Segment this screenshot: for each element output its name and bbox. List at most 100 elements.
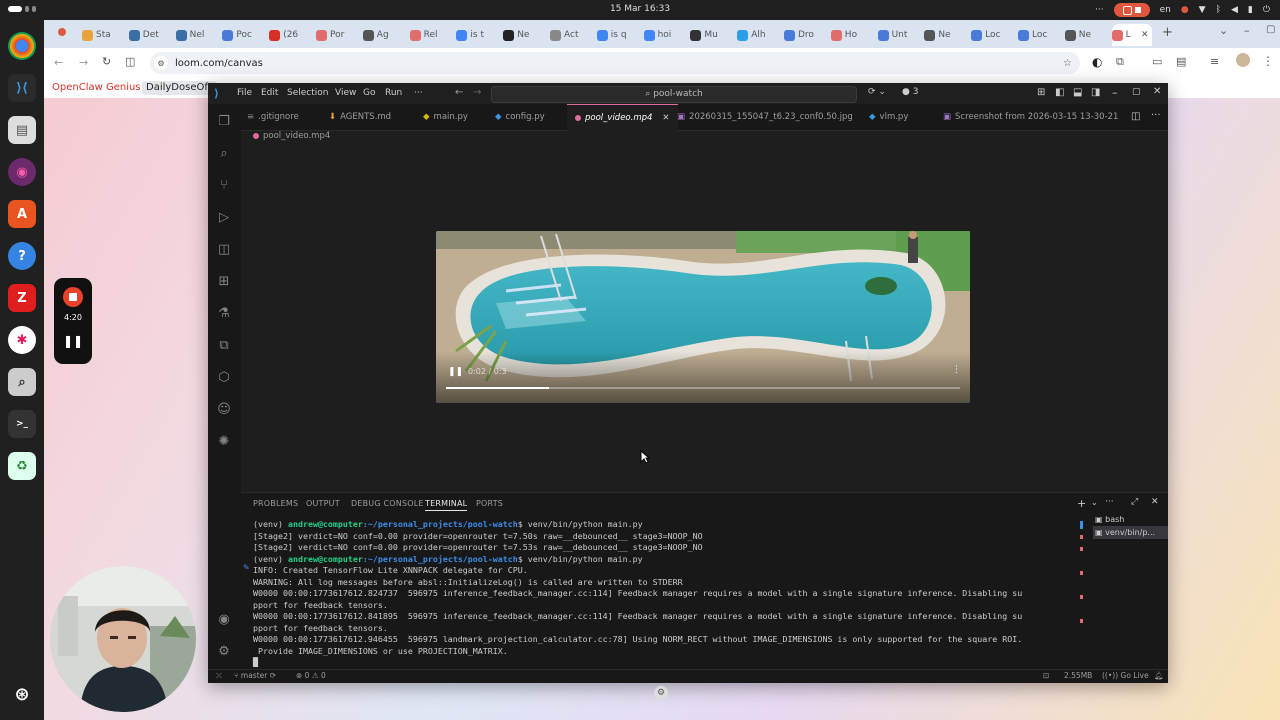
chrome-menu-icon[interactable]: ⋮ — [1262, 54, 1274, 68]
overflow-icon[interactable]: ··· — [1095, 5, 1104, 15]
site-info-icon[interactable]: ⚙ — [154, 56, 168, 70]
toggle-secondary-sidebar-icon[interactable]: ◨ — [1091, 87, 1100, 98]
bookmark-dailydose[interactable]: DailyDoseOfL — [142, 81, 218, 95]
bookmark-star-icon[interactable]: ☆ — [1063, 58, 1072, 69]
close-tab-icon[interactable]: ✕ — [1141, 30, 1149, 40]
terminal-dropdown-icon[interactable]: ⌄ — [1091, 498, 1098, 507]
zotero-icon[interactable]: Z — [8, 284, 36, 312]
screenshot-tool-icon[interactable]: ⌕ — [8, 368, 36, 396]
video-menu-icon[interactable]: ⋮ — [952, 365, 961, 375]
terminal-instance-python[interactable]: ▣ venv/bin/p... — [1093, 526, 1168, 539]
extensions-puzzle-icon[interactable]: ⧉ — [1116, 55, 1124, 69]
tab-problems[interactable]: PROBLEMS — [253, 499, 298, 508]
help-icon[interactable]: ? — [8, 242, 36, 270]
nav-back-icon[interactable]: ← — [455, 87, 463, 98]
containers-icon[interactable]: ⧉ — [215, 336, 233, 354]
tab-output[interactable]: OUTPUT — [306, 499, 340, 508]
minimize-icon[interactable]: – — [1112, 86, 1118, 99]
toggle-panel-icon[interactable]: ⬓ — [1073, 87, 1082, 98]
problems-indicator[interactable]: ⊗ 0 ⚠ 0 — [296, 671, 326, 680]
menu-item[interactable]: View — [335, 88, 356, 98]
tab-gitignore[interactable]: ≡ .gitignore — [247, 104, 299, 130]
new-terminal-icon[interactable]: + — [1077, 497, 1086, 510]
video-progress-track[interactable] — [446, 387, 960, 389]
tab-image-jpg[interactable]: ▣ 20260315_155047_t6.23_conf0.50.jpg — [677, 104, 853, 130]
browser-tab[interactable]: Dro — [784, 24, 824, 46]
files-icon[interactable]: ▤ — [8, 116, 36, 144]
webcam-bubble[interactable] — [50, 566, 196, 712]
run-debug-icon[interactable]: ▷ — [215, 208, 233, 226]
profile-avatar[interactable] — [1236, 53, 1250, 67]
new-tab-icon[interactable]: + — [1162, 25, 1173, 40]
reading-list-icon[interactable]: ▤ — [1176, 55, 1186, 68]
back-icon[interactable]: ← — [54, 56, 63, 69]
browser-tab[interactable]: hoi — [643, 24, 684, 46]
podcast-app-icon[interactable]: ◉ — [8, 158, 36, 186]
tab-vlm-py[interactable]: ◆ vlm.py — [869, 104, 908, 130]
tab-ports[interactable]: PORTS — [476, 499, 503, 508]
app-center-icon[interactable]: A — [8, 200, 36, 228]
command-center[interactable]: ⌕ pool-watch — [491, 86, 857, 103]
remote-indicator-icon[interactable]: ⤫ — [216, 671, 222, 681]
slack-icon[interactable]: ✱ — [8, 326, 36, 354]
terminal-instance-bash[interactable]: ▣ bash — [1093, 513, 1168, 526]
tab-debug-console[interactable]: DEBUG CONSOLE — [351, 499, 424, 508]
side-panel-icon[interactable]: ◫ — [125, 55, 135, 68]
maximize-icon[interactable]: ▢ — [1132, 87, 1141, 97]
browser-tab[interactable]: Act — [550, 24, 590, 46]
stop-recording-button[interactable] — [63, 287, 83, 307]
browser-tab[interactable]: Rel — [409, 24, 450, 46]
power-icon[interactable]: ⏻ — [1263, 5, 1270, 15]
show-apps-icon[interactable]: ⊛ — [8, 680, 36, 708]
close-icon[interactable]: ✕ — [1153, 86, 1161, 97]
search-icon[interactable]: ⌕ — [215, 144, 233, 162]
more-actions-icon[interactable]: ··· — [1151, 110, 1161, 121]
terminal-icon[interactable]: >_ — [8, 410, 36, 438]
explorer-icon[interactable]: ❐ — [215, 112, 233, 130]
browser-tab[interactable]: is t — [456, 24, 496, 46]
bookmark-openclaw[interactable]: OpenClaw Genius — [48, 81, 145, 95]
browser-tab[interactable]: Loc — [1018, 24, 1058, 46]
manage-gear-icon[interactable]: ⚙ — [215, 642, 233, 660]
breadcrumb-item[interactable]: pool_video.mp4 — [263, 131, 330, 141]
minimize-browser-icon[interactable]: – — [1244, 24, 1250, 37]
tab-config-py[interactable]: ◆ config.py — [495, 104, 545, 130]
address-bar[interactable]: ⚙ loom.com/canvas ☆ — [150, 52, 1080, 74]
tab-pool-video[interactable]: pool_video.mp4 ✕ — [567, 104, 678, 131]
wifi-icon[interactable]: ▼ — [1199, 5, 1206, 15]
ports-icon[interactable]: ⊡ — [1043, 671, 1049, 680]
pause-recording-button[interactable]: ❚❚ — [54, 334, 92, 348]
browser-tab[interactable]: Ag — [362, 24, 403, 46]
screen-recording-indicator[interactable] — [1113, 3, 1150, 17]
branch-indicator[interactable]: ⑂ master ⟳ — [234, 671, 276, 680]
extension-icon[interactable]: ◐ — [1092, 55, 1102, 69]
testing-icon[interactable]: ⚗ — [215, 304, 233, 322]
command-decoration-icon[interactable]: ✎ — [243, 563, 250, 572]
copilot-icon[interactable]: ⟳ ⌄ — [868, 87, 886, 97]
forward-icon[interactable]: → — [79, 56, 88, 69]
browser-tab[interactable]: L ✕ — [1111, 24, 1152, 46]
bluetooth-icon[interactable]: ᛒ — [1216, 5, 1221, 15]
database-icon[interactable]: ⬡ — [215, 368, 233, 386]
pause-icon[interactable]: ❚❚ — [448, 367, 463, 377]
cast-icon[interactable]: ▭ — [1152, 55, 1162, 68]
menu-item[interactable]: Run — [385, 88, 402, 98]
terminal-scroll-markers[interactable] — [1080, 521, 1083, 661]
browser-tab[interactable]: Mu — [690, 24, 730, 46]
browser-tab[interactable]: (26 — [269, 24, 309, 46]
vscode-icon[interactable]: ⟩⟨ — [8, 74, 36, 102]
close-tab-icon[interactable]: ✕ — [662, 113, 669, 123]
reload-icon[interactable]: ↻ — [102, 55, 111, 68]
notifications-bell-icon[interactable]: 🔔︎ — [1154, 671, 1164, 680]
tab-screenshot[interactable]: ▣ Screenshot from 2026-03-15 13-30-21 — [943, 104, 1118, 130]
nav-forward-icon[interactable]: → — [473, 87, 481, 98]
copilot-chat-icon[interactable]: ☺ — [215, 400, 233, 418]
toggle-sidebar-icon[interactable]: ◧ — [1055, 87, 1064, 98]
memory-usage[interactable]: 2.55MB — [1064, 671, 1092, 680]
go-live-button[interactable]: ((•)) Go Live — [1102, 671, 1149, 680]
ai-assistant-icon[interactable]: ✺ — [215, 432, 233, 450]
browser-tab[interactable]: Alh — [737, 24, 777, 46]
browser-tab[interactable]: Ho — [830, 24, 871, 46]
split-editor-icon[interactable]: ◫ — [1131, 111, 1140, 122]
recording-tab-icon[interactable] — [58, 28, 66, 36]
